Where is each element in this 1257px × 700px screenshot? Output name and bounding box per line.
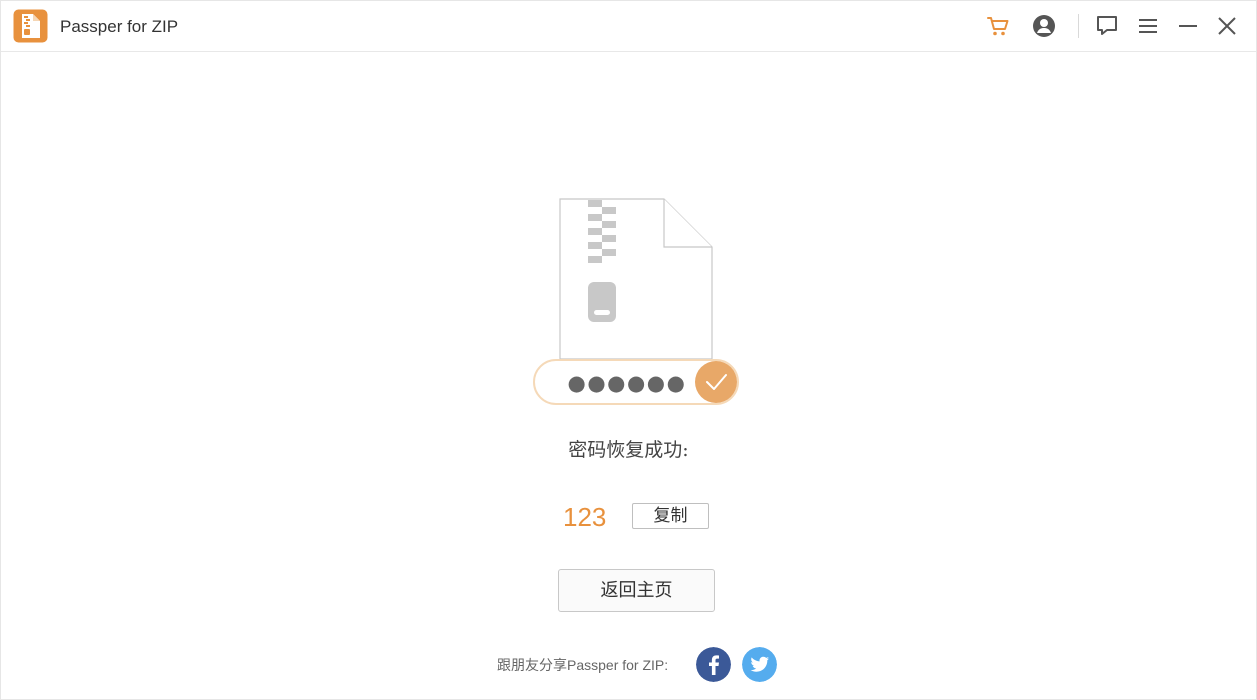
account-icon[interactable] <box>1031 13 1057 39</box>
share-text: 跟朋友分享Passper for ZIP: <box>497 657 669 673</box>
zip-unlocked-illustration: ●●●●●● <box>533 198 739 405</box>
facebook-icon[interactable] <box>696 647 731 682</box>
app-title: Passper for ZIP <box>60 17 179 36</box>
titlebar-separator <box>1078 14 1079 38</box>
recovered-password: 123 <box>563 502 607 532</box>
twitter-icon[interactable] <box>742 647 777 682</box>
password-result-row: 123 复制 <box>1 501 1256 533</box>
feedback-icon[interactable] <box>1094 13 1120 39</box>
cart-icon[interactable] <box>985 13 1011 39</box>
back-home-button[interactable]: 返回主页 <box>558 569 715 612</box>
recovery-status-text: 密码恢复成功: <box>568 439 689 461</box>
app-window: Passper for ZIP ●●●●●● 密码恢复成功: 123 复制 返回… <box>0 0 1257 700</box>
close-icon[interactable] <box>1214 13 1240 39</box>
menu-icon[interactable] <box>1135 13 1161 39</box>
title-bar: Passper for ZIP <box>1 1 1256 52</box>
copy-button[interactable]: 复制 <box>632 503 709 529</box>
minimize-icon[interactable] <box>1175 13 1201 39</box>
password-dots: ●●●●●● <box>568 371 687 395</box>
app-logo-icon <box>13 9 48 43</box>
